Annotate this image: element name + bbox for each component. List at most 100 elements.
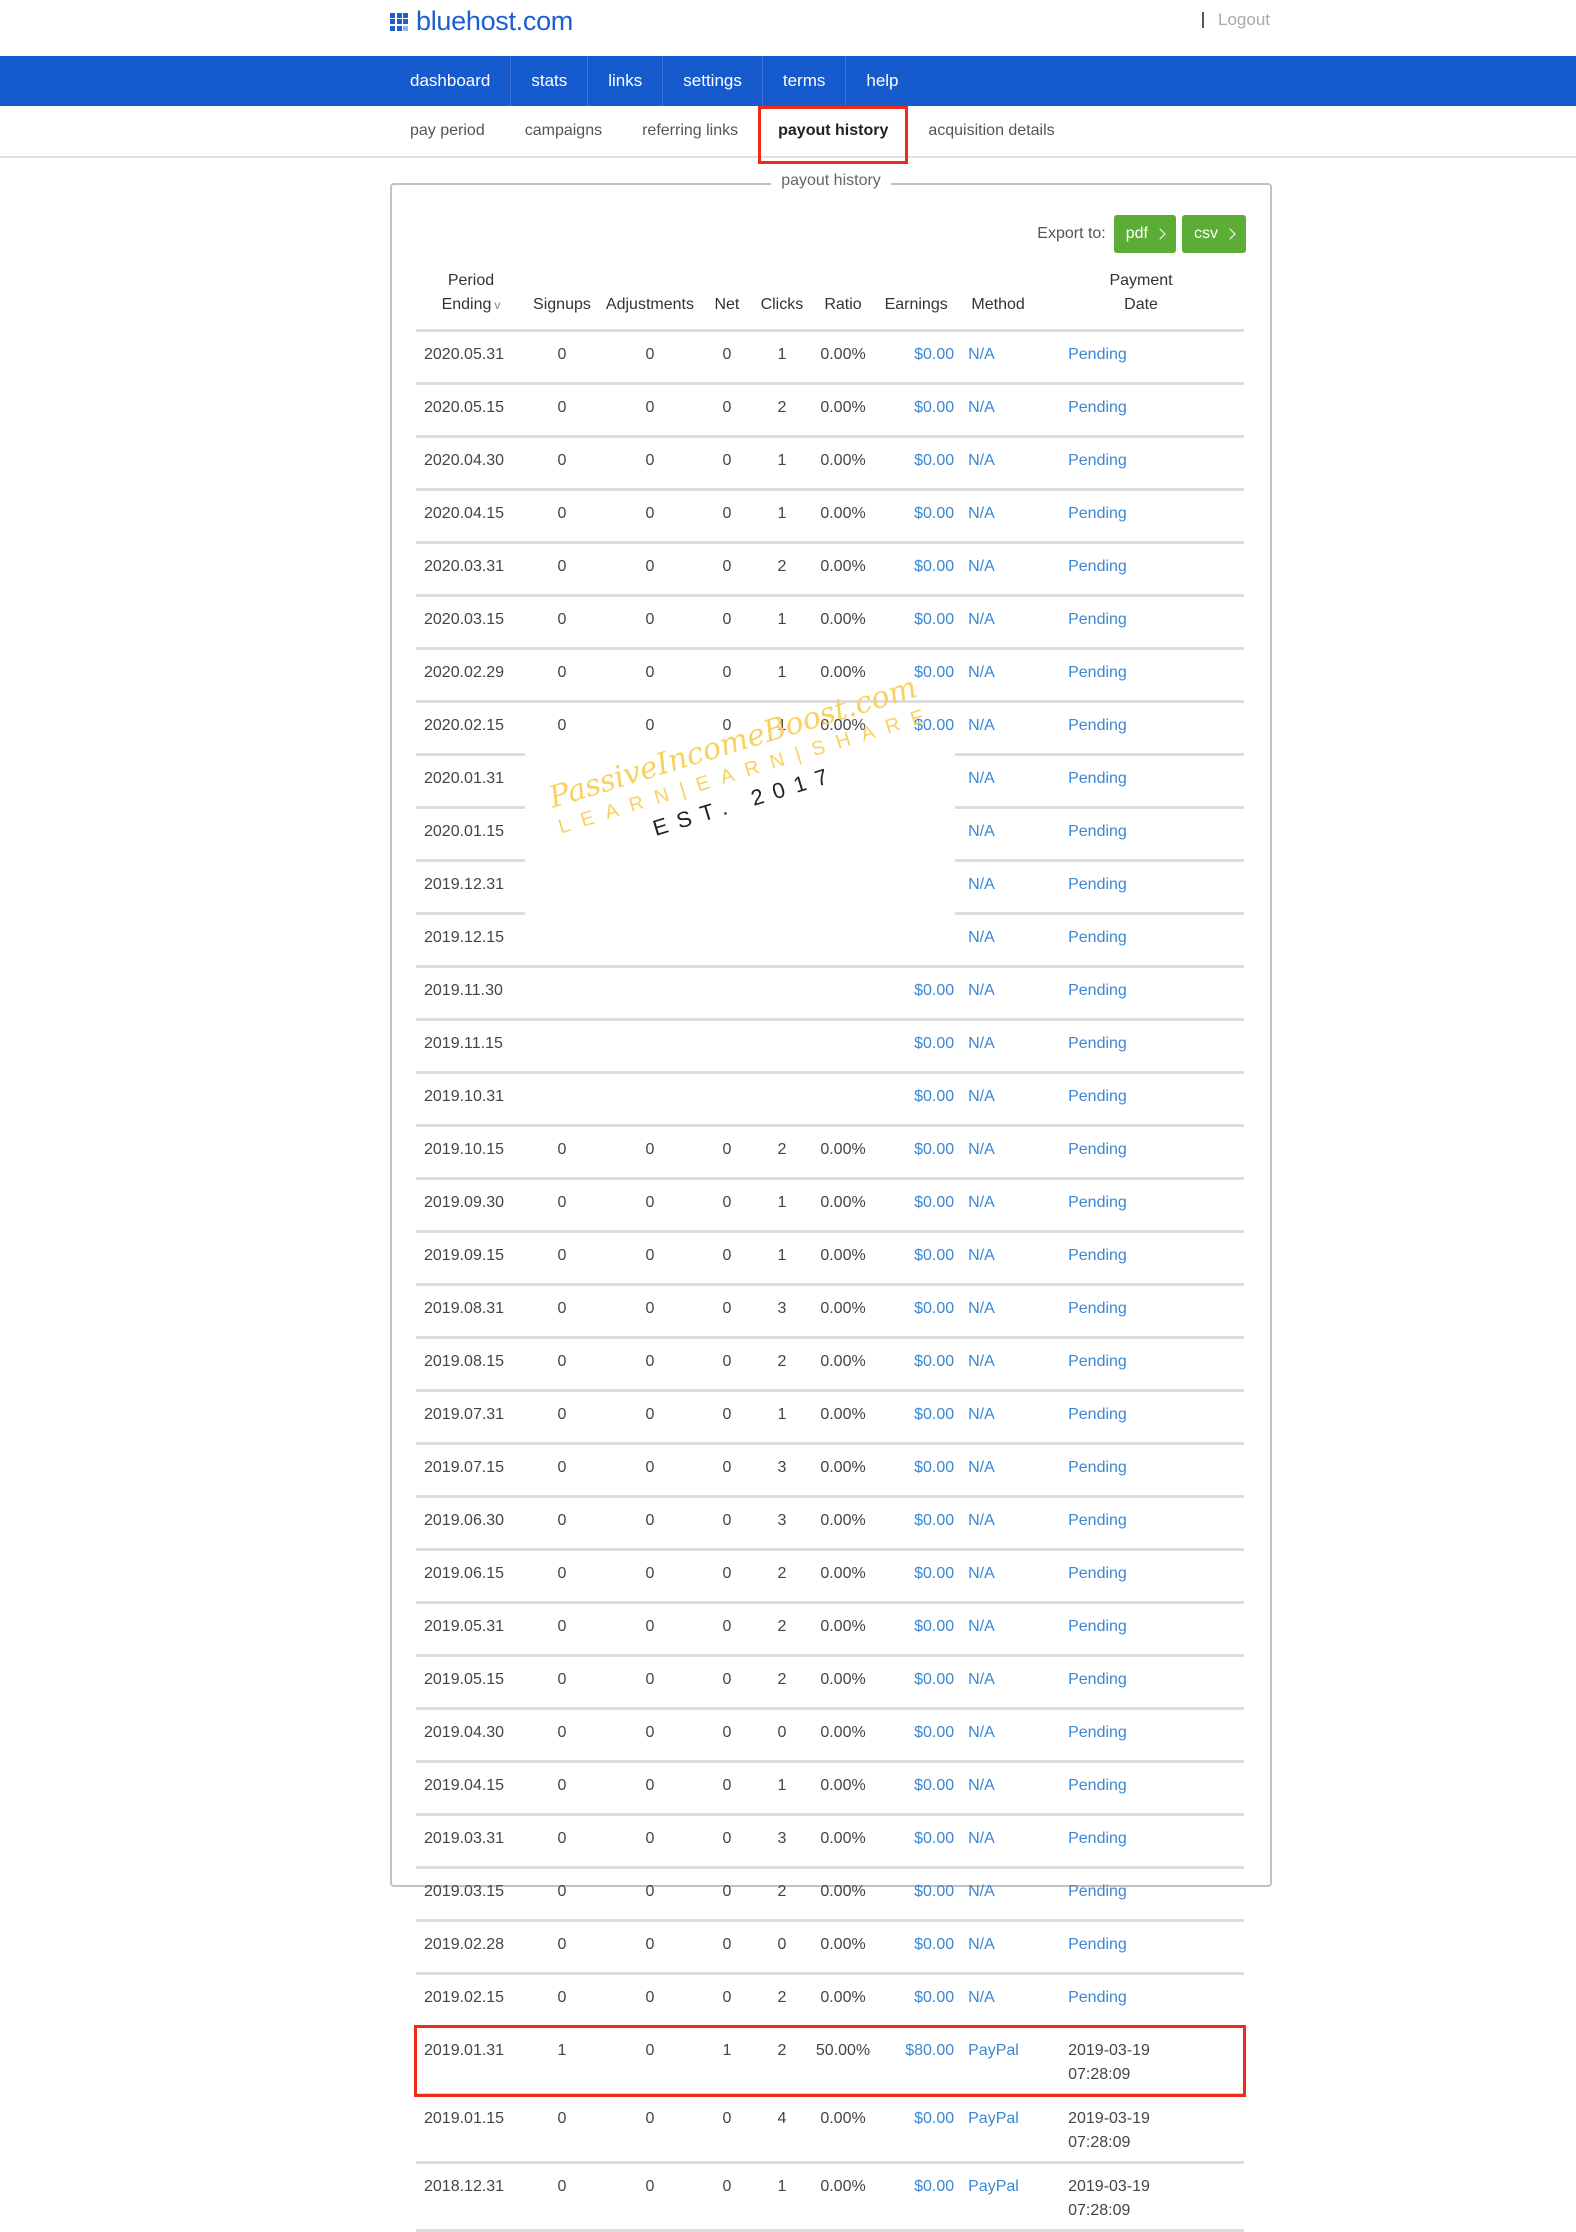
method-link[interactable]: N/A <box>958 754 1039 809</box>
earnings-link[interactable]: $0.00 <box>874 1231 959 1286</box>
method-link[interactable]: PayPal <box>958 2162 1039 2232</box>
method-link[interactable]: N/A <box>958 1072 1039 1127</box>
method-link[interactable]: N/A <box>958 1231 1039 1286</box>
method-link[interactable]: N/A <box>958 1761 1039 1816</box>
subnav-tab-acquisition-details[interactable]: acquisition details <box>908 106 1074 156</box>
earnings-link[interactable]: $0.00 <box>874 648 959 703</box>
method-link[interactable]: N/A <box>958 1390 1039 1445</box>
earnings-link[interactable]: $0.00 <box>874 595 959 650</box>
earnings-link[interactable]: $80.00 <box>874 2026 959 2096</box>
payment-date-cell[interactable]: Pending <box>1038 966 1244 1021</box>
earnings-link[interactable]: $0.00 <box>874 1496 959 1551</box>
subnav-tab-referring-links[interactable]: referring links <box>622 106 758 156</box>
payment-date-cell[interactable]: Pending <box>1038 701 1244 756</box>
payment-date-cell[interactable]: Pending <box>1038 754 1244 809</box>
method-link[interactable]: N/A <box>958 383 1039 438</box>
earnings-link[interactable]: $0.00 <box>874 1920 959 1975</box>
export-csv-button[interactable]: csv <box>1182 215 1246 253</box>
method-link[interactable]: N/A <box>958 913 1039 968</box>
method-link[interactable]: N/A <box>958 1655 1039 1710</box>
subnav-tab-pay-period[interactable]: pay period <box>390 106 505 156</box>
earnings-link[interactable]: $0.00 <box>874 1337 959 1392</box>
subnav-tab-payout-history[interactable]: payout history <box>758 106 909 164</box>
payment-date-cell[interactable]: Pending <box>1038 860 1244 915</box>
earnings-link[interactable]: $0.00 <box>874 1019 959 1074</box>
method-link[interactable]: N/A <box>958 1920 1039 1975</box>
nav-item-stats[interactable]: stats <box>511 56 589 106</box>
method-link[interactable]: N/A <box>958 1337 1039 1392</box>
method-link[interactable]: PayPal <box>958 2094 1039 2164</box>
earnings-link[interactable]: $0.00 <box>874 701 959 756</box>
method-link[interactable]: N/A <box>958 1549 1039 1604</box>
logout-link[interactable]: Logout <box>1218 10 1270 30</box>
earnings-link[interactable]: $0.00 <box>874 383 959 438</box>
payment-date-cell[interactable]: Pending <box>1038 1496 1244 1551</box>
method-link[interactable]: N/A <box>958 489 1039 544</box>
earnings-link[interactable]: $0.00 <box>874 1602 959 1657</box>
nav-item-terms[interactable]: terms <box>763 56 847 106</box>
payment-date-cell[interactable]: Pending <box>1038 1761 1244 1816</box>
method-link[interactable]: N/A <box>958 701 1039 756</box>
method-link[interactable]: N/A <box>958 1019 1039 1074</box>
earnings-link[interactable]: $0.00 <box>874 2094 959 2164</box>
method-link[interactable]: N/A <box>958 807 1039 862</box>
payment-date-cell[interactable]: Pending <box>1038 1814 1244 1869</box>
payment-date-cell[interactable]: Pending <box>1038 1072 1244 1127</box>
method-link[interactable]: N/A <box>958 966 1039 1021</box>
method-link[interactable]: N/A <box>958 860 1039 915</box>
payment-date-cell[interactable]: Pending <box>1038 542 1244 597</box>
method-link[interactable]: N/A <box>958 1973 1039 2028</box>
method-link[interactable]: N/A <box>958 595 1039 650</box>
payment-date-cell[interactable]: Pending <box>1038 1125 1244 1180</box>
payment-date-cell[interactable]: Pending <box>1038 1443 1244 1498</box>
subnav-tab-campaigns[interactable]: campaigns <box>505 106 622 156</box>
payment-date-cell[interactable]: Pending <box>1038 1973 1244 2028</box>
export-pdf-button[interactable]: pdf <box>1113 215 1176 253</box>
earnings-link[interactable]: $0.00 <box>874 436 959 491</box>
method-link[interactable]: N/A <box>958 1125 1039 1180</box>
nav-item-settings[interactable]: settings <box>663 56 763 106</box>
method-link[interactable]: N/A <box>958 1496 1039 1551</box>
nav-item-dashboard[interactable]: dashboard <box>390 56 512 106</box>
earnings-link[interactable]: $0.00 <box>874 489 959 544</box>
payment-date-cell[interactable]: Pending <box>1038 436 1244 491</box>
method-link[interactable]: N/A <box>958 1443 1039 1498</box>
method-link[interactable]: N/A <box>958 1867 1039 1922</box>
payment-date-cell[interactable]: Pending <box>1038 1231 1244 1286</box>
col-period-ending[interactable]: Period Ending v <box>416 269 526 332</box>
payment-date-cell[interactable]: Pending <box>1038 1920 1244 1975</box>
method-link[interactable]: PayPal <box>958 2026 1039 2096</box>
payment-date-cell[interactable]: Pending <box>1038 913 1244 968</box>
earnings-link[interactable]: $0.00 <box>874 1178 959 1233</box>
sort-desc-icon[interactable]: v <box>494 298 500 312</box>
bluehost-logo[interactable]: bluehost.com <box>390 6 573 37</box>
method-link[interactable]: N/A <box>958 1708 1039 1763</box>
earnings-link[interactable]: $0.00 <box>874 1814 959 1869</box>
earnings-link[interactable]: $0.00 <box>874 2162 959 2232</box>
earnings-link[interactable]: $0.00 <box>874 1072 959 1127</box>
payment-date-cell[interactable]: Pending <box>1038 595 1244 650</box>
payment-date-cell[interactable]: Pending <box>1038 1867 1244 1922</box>
method-link[interactable]: N/A <box>958 648 1039 703</box>
earnings-link[interactable]: $0.00 <box>874 1973 959 2028</box>
earnings-link[interactable]: $0.00 <box>874 1443 959 1498</box>
payment-date-cell[interactable]: Pending <box>1038 807 1244 862</box>
payment-date-cell[interactable]: Pending <box>1038 1337 1244 1392</box>
method-link[interactable]: N/A <box>958 330 1039 385</box>
method-link[interactable]: N/A <box>958 1178 1039 1233</box>
method-link[interactable]: N/A <box>958 1602 1039 1657</box>
earnings-link[interactable]: $0.00 <box>874 1549 959 1604</box>
method-link[interactable]: N/A <box>958 542 1039 597</box>
method-link[interactable]: N/A <box>958 436 1039 491</box>
payment-date-cell[interactable]: Pending <box>1038 330 1244 385</box>
earnings-link[interactable]: $0.00 <box>874 1655 959 1710</box>
payment-date-cell[interactable]: Pending <box>1038 489 1244 544</box>
nav-item-help[interactable]: help <box>846 56 918 106</box>
payment-date-cell[interactable]: Pending <box>1038 1549 1244 1604</box>
earnings-link[interactable]: $0.00 <box>874 807 959 862</box>
payment-date-cell[interactable]: Pending <box>1038 1178 1244 1233</box>
earnings-link[interactable]: $0.00 <box>874 330 959 385</box>
earnings-link[interactable]: $0.00 <box>874 1125 959 1180</box>
earnings-link[interactable]: $0.00 <box>874 1390 959 1445</box>
earnings-link[interactable]: $0.00 <box>874 1708 959 1763</box>
